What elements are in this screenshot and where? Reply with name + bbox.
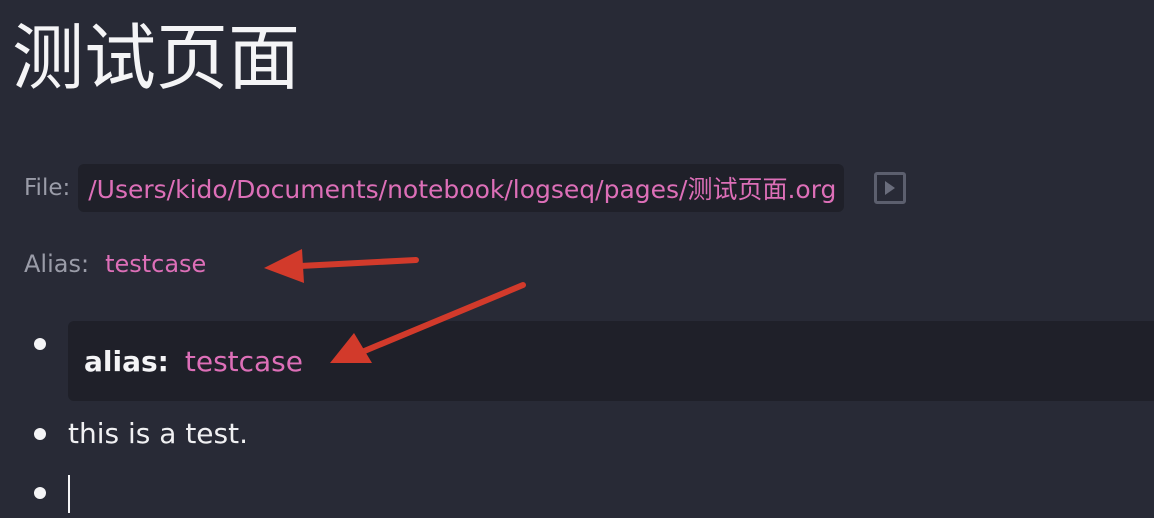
block-content[interactable]: this is a test. [68,414,248,454]
alias-row: Alias: testcase [24,245,206,283]
play-icon [885,181,896,195]
text-cursor [68,475,70,513]
properties-block[interactable]: alias: testcase [68,321,1154,401]
property-value-link[interactable]: testcase [185,345,303,378]
file-path-link[interactable]: /Users/kido/Documents/notebook/logseq/pa… [78,164,845,212]
block-bullet-3[interactable] [34,487,46,499]
alias-link[interactable]: testcase [105,250,206,278]
file-row: File: /Users/kido/Documents/notebook/log… [24,164,907,212]
alias-label: Alias: [24,250,90,278]
block-bullet-1[interactable] [34,338,46,350]
property-key: alias: [84,344,169,378]
file-label: File: [24,175,71,201]
open-file-button[interactable] [874,172,907,204]
page-title[interactable]: 测试页面 [12,14,300,102]
block-bullet-2[interactable] [34,428,46,440]
arrow-to-alias-row [264,249,419,283]
page-view: 测试页面 File: /Users/kido/Documents/noteboo… [0,0,1154,518]
